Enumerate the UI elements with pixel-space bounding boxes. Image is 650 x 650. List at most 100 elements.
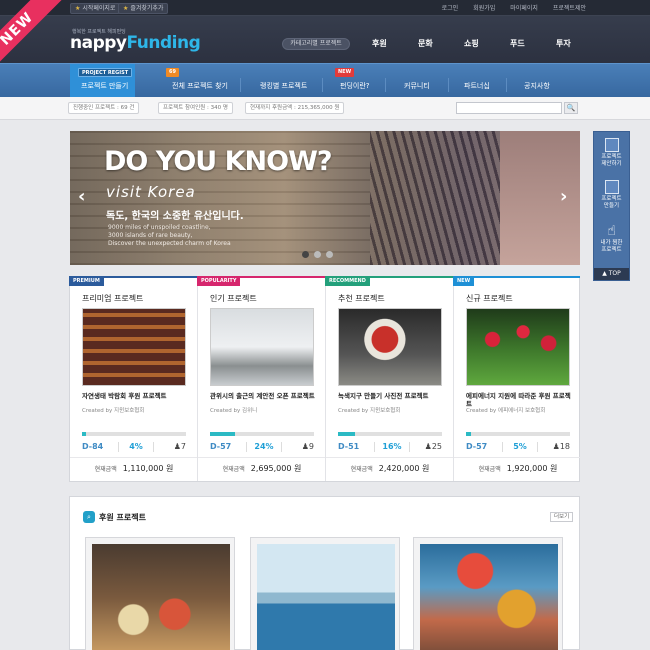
card-creator: Created by 에피에너지 보호협회 — [466, 408, 546, 414]
banner-visit: visit Korea — [106, 183, 196, 201]
card-tag: POPULARITY — [197, 276, 241, 286]
banner-line: 3000 islands of rare beauty, — [108, 232, 193, 239]
header: ★ 시작페이지로 ★ 즐겨찾기추가 로그인 회원가입 마이페이지 프로젝트제안 … — [0, 0, 650, 63]
progress-bar — [82, 432, 186, 436]
quick-favorites[interactable]: ☝ 내가 찜한 프로젝트 — [594, 224, 629, 254]
quick-propose[interactable]: 프로젝트 제안하기 — [594, 138, 629, 168]
banner-dot[interactable] — [302, 251, 309, 258]
progress-bar — [466, 432, 570, 436]
tab-project-create[interactable]: PROJECT REGIST 프로젝트 만들기 — [70, 64, 135, 98]
card-title: 프리미엄 프로젝트 — [82, 294, 144, 303]
sponsor-image[interactable] — [257, 544, 395, 650]
card-image[interactable] — [338, 308, 442, 386]
banner-line: Discover the unexpected charm of Korea — [108, 240, 231, 247]
nav-sponsor[interactable]: 후원 — [372, 38, 418, 49]
divider — [448, 78, 449, 92]
login-link[interactable]: 로그인 — [442, 3, 459, 12]
document-icon — [604, 138, 619, 152]
favorite-button[interactable]: ★ 즐겨찾기추가 — [118, 3, 169, 14]
card-project-name[interactable]: 자연생태 박람회 후원 프로젝트 — [82, 392, 190, 400]
card-project-name[interactable]: 녹색지구 만들기 사진전 프로젝트 — [338, 392, 446, 400]
project-card-new[interactable]: NEW 신규 프로젝트 에피에너지 지원에 따라준 후원 프로젝트 Create… — [453, 276, 582, 481]
stat-total: 현재까지 후원금액 : 215,365,000 원 — [245, 102, 345, 114]
tab-ranking[interactable]: 랭킹별 프로젝트 — [260, 81, 307, 91]
list-icon — [604, 180, 619, 194]
sponsor-image[interactable] — [92, 544, 230, 650]
card-image[interactable] — [210, 308, 314, 386]
divider — [240, 78, 241, 92]
nav-culture[interactable]: 문화 — [418, 38, 464, 49]
banner-dot[interactable] — [314, 251, 321, 258]
percent: 5% — [502, 442, 538, 452]
percent: 4% — [118, 442, 154, 452]
sponsor-item[interactable] — [85, 537, 235, 650]
dday: D-57 — [466, 442, 488, 451]
card-creator: Created by 김위니 — [210, 408, 258, 414]
sponsor-image[interactable] — [420, 544, 558, 650]
divider — [322, 78, 323, 92]
banner-prev-button[interactable]: ‹ — [78, 186, 85, 207]
search-input[interactable] — [456, 102, 562, 114]
banner-line: 9000 miles of unspoiled coastline, — [108, 224, 211, 231]
section-title: 후원 프로젝트 — [99, 513, 146, 522]
tab-community[interactable]: 커뮤니티 — [404, 81, 430, 91]
progress-fill — [466, 432, 472, 436]
nav-invest[interactable]: 투자 — [556, 38, 602, 49]
sponsor-item[interactable] — [250, 537, 400, 650]
signup-link[interactable]: 회원가입 — [473, 3, 495, 12]
tab-partnership[interactable]: 파트너십 — [464, 81, 490, 91]
sub-nav: PROJECT REGIST 프로젝트 만들기 69 전체 프로젝트 찾기 랭킹… — [0, 63, 650, 98]
banner-dot[interactable] — [326, 251, 333, 258]
banner-dots — [302, 251, 333, 258]
project-regist-badge: PROJECT REGIST — [78, 68, 133, 77]
card-amount: 현재금액 2,695,000 원 — [222, 464, 302, 473]
card-image[interactable] — [82, 308, 186, 386]
card-stats: D-84 4% ♟7 — [82, 442, 186, 452]
scroll-top-button[interactable]: ▲ TOP — [594, 268, 629, 280]
nav-shopping[interactable]: 쇼핑 — [464, 38, 510, 49]
card-tag: PREMIUM — [69, 276, 104, 286]
divider — [385, 78, 386, 92]
dday: D-51 — [338, 442, 360, 451]
new-badge: NEW — [335, 68, 355, 77]
card-project-name[interactable]: 관위시의 출근의 계안전 오픈 프로젝트 — [210, 392, 318, 400]
divider — [326, 457, 453, 458]
star-icon: ★ — [123, 5, 129, 12]
start-page-button[interactable]: ★ 시작페이지로 — [70, 3, 121, 14]
percent: 24% — [246, 442, 282, 452]
propose-link[interactable]: 프로젝트제안 — [553, 3, 586, 12]
tab-all-projects[interactable]: 전체 프로젝트 찾기 — [172, 81, 228, 91]
sponsor-item[interactable] — [413, 537, 563, 650]
card-image[interactable] — [466, 308, 570, 386]
card-tag: NEW — [453, 276, 475, 286]
hero-banner[interactable]: DO YOU KNOW? visit Korea 독도, 한국의 소중한 유산입… — [70, 131, 580, 265]
logo[interactable]: nappyFunding — [70, 33, 201, 53]
percent: 16% — [374, 442, 410, 452]
more-button[interactable]: 더보기 — [550, 512, 574, 522]
search-button[interactable]: 🔍 — [564, 102, 578, 114]
category-button[interactable]: 카테고리별 프로젝트 — [282, 38, 350, 50]
card-tag: RECOMMEND — [325, 276, 370, 286]
stat-ongoing: 진행중인 프로젝트 : 69 건 — [68, 102, 140, 114]
card-creator: Created by 지윈보호협회 — [338, 408, 401, 414]
project-card-recommend[interactable]: RECOMMEND 추천 프로젝트 녹색지구 만들기 사진전 프로젝트 Crea… — [325, 276, 454, 481]
tab-funding-info[interactable]: 펀딩이란? — [340, 81, 369, 91]
nav-food[interactable]: 푸드 — [510, 38, 556, 49]
divider — [70, 457, 197, 458]
hand-pointer-icon: ☝ — [607, 223, 616, 239]
divider — [506, 78, 507, 92]
card-creator: Created by 지윈보호협회 — [82, 408, 145, 414]
dday: D-57 — [210, 442, 232, 451]
tab-notice[interactable]: 공지사항 — [524, 81, 550, 91]
search-icon: ⌕ — [83, 511, 95, 523]
progress-bar — [210, 432, 314, 436]
mypage-link[interactable]: 마이페이지 — [510, 3, 538, 12]
new-ribbon: NEW — [0, 0, 75, 95]
card-amount: 현재금액 1,920,000 원 — [478, 464, 558, 473]
banner-next-button[interactable]: › — [560, 186, 567, 207]
project-card-popularity[interactable]: POPULARITY 인기 프로젝트 관위시의 출근의 계안전 오픈 프로젝트 … — [197, 276, 326, 481]
progress-fill — [82, 432, 87, 436]
project-card-premium[interactable]: PREMIUM 프리미엄 프로젝트 자연생태 박람회 후원 프로젝트 Creat… — [69, 276, 198, 481]
quick-create[interactable]: 프로젝트 만들기 — [594, 180, 629, 210]
banner-sky — [500, 131, 580, 265]
